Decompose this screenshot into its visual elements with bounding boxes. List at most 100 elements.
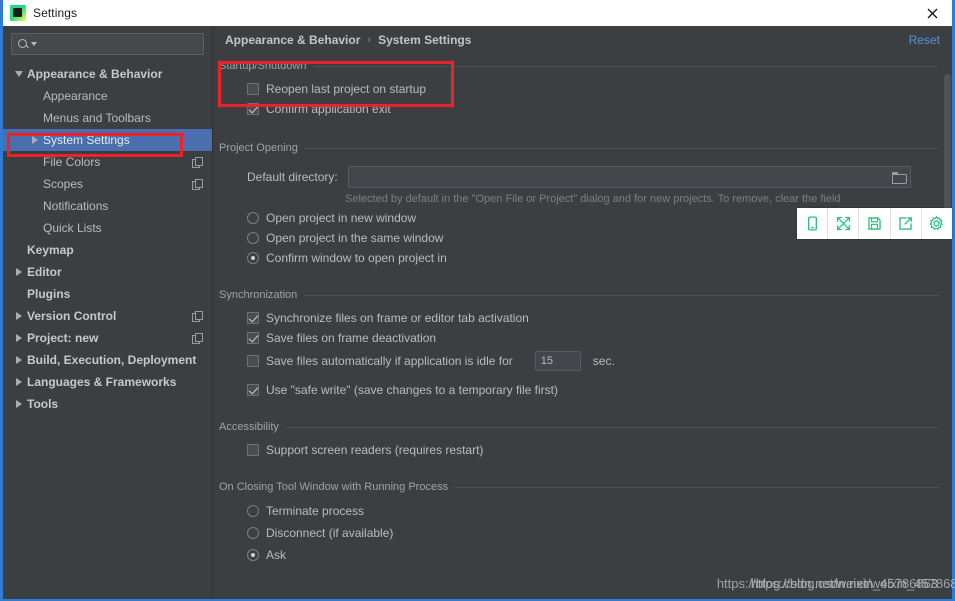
close-icon[interactable] [912, 0, 952, 26]
sidebar-item-editor[interactable]: Editor [3, 261, 212, 283]
option-row[interactable]: Use "safe write" (save changes to a temp… [219, 380, 938, 400]
checkbox-unchecked[interactable] [247, 355, 259, 367]
default-directory-input[interactable] [352, 171, 892, 183]
chevron-right-icon[interactable] [11, 268, 27, 276]
option-label: Disconnect (if available) [266, 526, 394, 540]
reset-link[interactable]: Reset [909, 33, 940, 47]
sidebar-item-appearance[interactable]: Appearance [3, 85, 212, 107]
folder-icon[interactable] [891, 171, 907, 184]
sidebar-item-label: Menus and Toolbars [43, 111, 151, 125]
sidebar-item-label: Project: new [27, 331, 99, 345]
radio-unselected[interactable] [247, 232, 259, 244]
expand-arrows-icon[interactable] [828, 208, 860, 239]
option-row[interactable]: Disconnect (if available) [219, 522, 938, 544]
option-row[interactable]: Confirm window to open project in [219, 248, 938, 268]
option-row[interactable]: Terminate process [219, 500, 938, 522]
copy-icon[interactable] [192, 179, 203, 190]
radio-selected[interactable] [247, 549, 259, 561]
option-row[interactable]: Reopen last project on startup [219, 79, 938, 99]
checkbox-checked[interactable] [247, 312, 259, 324]
idle-seconds-input[interactable] [540, 355, 580, 367]
save-floppy-icon[interactable] [859, 208, 891, 239]
scrollbar-thumb[interactable] [944, 74, 951, 224]
search-box[interactable] [11, 33, 204, 55]
sidebar-item-plugins[interactable]: Plugins [3, 283, 212, 305]
copy-icon[interactable] [192, 311, 203, 322]
chevron-right-icon[interactable] [11, 356, 27, 364]
chevron-right-glyph [16, 268, 22, 276]
group-title: Accessibility [219, 421, 279, 433]
breadcrumb-separator: › [367, 34, 372, 46]
checkbox-checked[interactable] [247, 384, 259, 396]
group-title: Startup/Shutdown [219, 60, 307, 72]
settings-group: Project Opening Default directory: Selecte… [219, 139, 938, 268]
checkbox-checked[interactable] [247, 103, 259, 115]
checkbox-unchecked[interactable] [247, 444, 259, 456]
sidebar-item-quick-lists[interactable]: Quick Lists [3, 217, 212, 239]
option-row[interactable]: Synchronize files on frame or editor tab… [219, 308, 938, 328]
sidebar-item-languages-frameworks[interactable]: Languages & Frameworks [3, 371, 212, 393]
radio-unselected[interactable] [247, 212, 259, 224]
sidebar-item-label: Quick Lists [43, 221, 102, 235]
option-row[interactable]: Save files automatically if application … [219, 348, 938, 374]
idle-seconds-field[interactable] [534, 351, 581, 371]
sidebar-item-system-settings[interactable]: System Settings [3, 129, 212, 151]
sidebar-item-label: Build, Execution, Deployment [27, 353, 197, 367]
copy-icon[interactable] [192, 157, 203, 168]
share-export-icon[interactable] [891, 208, 922, 239]
sidebar-item-build-execution-deployment[interactable]: Build, Execution, Deployment [3, 349, 212, 371]
option-row[interactable]: Support screen readers (requires restart… [219, 440, 938, 460]
breadcrumb: Appearance & Behavior › System Settings … [213, 26, 952, 54]
sidebar-item-version-control[interactable]: Version Control [3, 305, 212, 327]
chevron-right-icon[interactable] [11, 334, 27, 342]
copy-icon[interactable] [192, 333, 203, 344]
radio-unselected[interactable] [247, 527, 259, 539]
option-row[interactable]: Confirm application exit [219, 99, 938, 119]
sidebar-item-label: Languages & Frameworks [27, 375, 177, 389]
chevron-right-glyph [16, 400, 22, 408]
mobile-device-icon[interactable] [797, 208, 829, 239]
chevron-down-icon[interactable] [11, 71, 27, 77]
chevron-down-glyph [15, 71, 23, 77]
chevron-right-icon[interactable] [11, 400, 27, 408]
checkbox-unchecked[interactable] [247, 83, 259, 95]
sidebar-item-tools[interactable]: Tools [3, 393, 212, 415]
floating-capture-toolbar[interactable] [797, 208, 952, 239]
search-input[interactable] [37, 38, 198, 50]
checkbox-checked[interactable] [247, 332, 259, 344]
option-row[interactable]: Save files on frame deactivation [219, 328, 938, 348]
group-header: Synchronization [219, 286, 938, 304]
chevron-right-icon[interactable] [11, 312, 27, 320]
sidebar-item-file-colors[interactable]: File Colors [3, 151, 212, 173]
default-directory-row: Default directory: [219, 165, 938, 189]
radio-unselected[interactable] [247, 505, 259, 517]
option-row[interactable]: Ask [219, 544, 938, 566]
sidebar-item-notifications[interactable]: Notifications [3, 195, 212, 217]
group-divider [455, 486, 938, 488]
default-directory-field[interactable] [347, 166, 911, 188]
chevron-right-icon[interactable] [27, 136, 43, 144]
sidebar-item-label: Keymap [27, 243, 74, 257]
sidebar-item-label: Scopes [43, 177, 84, 191]
chevron-right-icon[interactable] [11, 378, 27, 386]
group-header: Startup/Shutdown [219, 57, 938, 75]
sidebar-item-appearance-behavior[interactable]: Appearance & Behavior [3, 63, 212, 85]
breadcrumb-parent[interactable]: Appearance & Behavior [225, 33, 360, 47]
default-directory-label: Default directory: [247, 170, 338, 184]
settings-group: Accessibility Support screen readers (req… [219, 418, 938, 460]
sidebar-item-project-new[interactable]: Project: new [3, 327, 212, 349]
sidebar-item-scopes[interactable]: Scopes [3, 173, 212, 195]
sidebar-item-menus-and-toolbars[interactable]: Menus and Toolbars [3, 107, 212, 129]
group-title: Project Opening [219, 142, 298, 154]
gear-icon[interactable] [922, 208, 952, 239]
radio-selected[interactable] [247, 252, 259, 264]
option-label: Save files automatically if application … [266, 354, 513, 368]
sidebar-item-keymap[interactable]: Keymap [3, 239, 212, 261]
option-label: Ask [266, 548, 287, 562]
group-divider [313, 65, 938, 67]
vertical-scrollbar[interactable] [943, 54, 952, 599]
search-container [3, 33, 212, 55]
settings-tree: Appearance & Behavior Appearance Menus and… [3, 63, 212, 415]
chevron-right-glyph [16, 312, 22, 320]
chevron-right-glyph [32, 136, 38, 144]
